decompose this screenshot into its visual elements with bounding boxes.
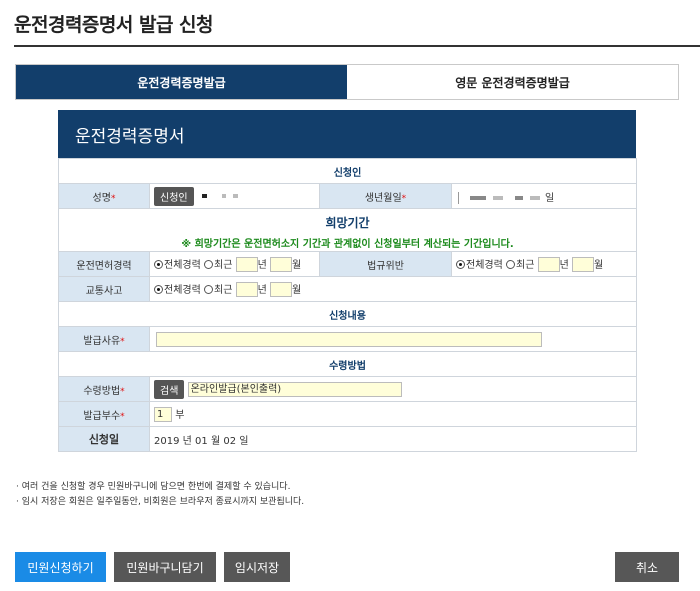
required-mark: *: [120, 336, 125, 347]
copies-cell: 1 부: [148, 401, 638, 427]
copies-label: 발급부수*: [58, 401, 150, 427]
add-to-cart-button[interactable]: 민원바구니담기: [114, 552, 216, 582]
period-section: 희망기간 ※ 희망기간은 운전면허소지 기간과 관계없이 신청일부터 계산되는 …: [57, 208, 638, 252]
temp-save-button[interactable]: 임시저장: [224, 552, 290, 582]
section-receipt: 수령방법: [57, 351, 638, 377]
section-period: 희망기간: [325, 215, 370, 230]
required-mark: *: [110, 193, 116, 204]
page-title: 운전경력증명서 발급 신청: [14, 14, 214, 36]
reason-cell: [148, 326, 638, 352]
radio-license-recent[interactable]: [204, 260, 213, 270]
required-mark: *: [120, 411, 125, 422]
violation-years-input[interactable]: [537, 257, 560, 273]
tab-bar: 운전경력증명발급 영문 운전경력증명발급: [15, 64, 679, 100]
masked-birth-month: [514, 195, 523, 200]
violation-options: 전체경력 최근 년 월: [450, 251, 638, 277]
tab-english-driving-record[interactable]: 영문 운전경력증명발급: [347, 65, 678, 99]
tab-driving-record[interactable]: 운전경력증명발급: [16, 65, 347, 99]
birth-day-unit: 일: [544, 192, 555, 204]
masked-birth-year: [493, 195, 504, 200]
masked-name-char: [201, 194, 207, 198]
receipt-method-input[interactable]: 온라인발급(본인출력): [187, 381, 402, 397]
required-mark: *: [401, 193, 407, 204]
birth-label: 생년월일*: [319, 183, 452, 209]
copies-unit: 부: [175, 409, 185, 421]
name-label: 성명*: [58, 183, 150, 209]
masked-name-char: [221, 194, 226, 198]
license-history-label: 운전면허경력: [58, 251, 150, 277]
radio-violation-recent[interactable]: [506, 260, 515, 270]
application-form: 운전경력증명서 신청인 성명* 신청인 생년월일* 일 희망기간 ※ 희망기간은…: [57, 110, 638, 452]
period-notice: ※ 희망기간은 운전면허소지 기간과 관계없이 신청일부터 계산되는 기간입니다…: [181, 238, 514, 250]
masked-name-char: [233, 194, 239, 198]
name-cell: 신청인: [149, 183, 320, 209]
notes: · 여러 건을 신청할 경우 민원바구니에 담으면 한번에 결제할 수 있습니다…: [16, 480, 304, 510]
receipt-method-label: 수령방법*: [58, 376, 150, 402]
radio-license-all[interactable]: [154, 260, 163, 270]
license-months-input[interactable]: [269, 257, 292, 273]
title-divider: [14, 45, 700, 47]
radio-accident-recent[interactable]: [204, 285, 213, 295]
search-button[interactable]: 검색: [154, 379, 185, 399]
reason-input[interactable]: [156, 331, 542, 347]
form-header: 운전경력증명서: [58, 110, 636, 158]
form-table: 신청인 성명* 신청인 생년월일* 일 희망기간 ※ 희망기간은 운전면허소지 …: [57, 158, 638, 452]
license-years-input[interactable]: [235, 257, 258, 273]
accident-options: 전체경력 최근 년 월: [148, 276, 638, 302]
masked-birth-month: [529, 195, 540, 200]
cancel-button[interactable]: 취소: [615, 552, 679, 582]
license-history-options: 전체경력 최근 년 월: [149, 251, 320, 277]
reason-label: 발급사유*: [58, 326, 150, 352]
application-date-label: 신청일: [58, 426, 150, 452]
accident-months-input[interactable]: [269, 282, 292, 298]
accident-years-input[interactable]: [235, 282, 258, 298]
application-date: 2019 년 01 월 02 일: [148, 426, 638, 452]
section-applicant: 신청인: [57, 158, 638, 184]
radio-violation-all[interactable]: [456, 260, 465, 270]
section-content: 신청내용: [57, 301, 638, 327]
submit-application-button[interactable]: 민원신청하기: [15, 552, 106, 582]
receipt-method-cell: 검색 온라인발급(본인출력): [148, 376, 638, 402]
violation-label: 법규위반: [319, 251, 452, 277]
masked-birth-year: [470, 195, 487, 200]
radio-accident-all[interactable]: [154, 285, 163, 295]
note-temp-save: · 임시 저장은 회원은 일주일동안, 비회원은 브라우저 종료시까지 보관됩니…: [16, 497, 305, 507]
copies-input[interactable]: 1: [154, 407, 172, 423]
applicant-button[interactable]: 신청인: [154, 186, 194, 206]
note-cart: · 여러 건을 신청할 경우 민원바구니에 담으면 한번에 결제할 수 있습니다…: [16, 482, 291, 492]
violation-months-input[interactable]: [571, 257, 594, 273]
birth-cell: 일: [450, 183, 638, 209]
required-mark: *: [120, 386, 125, 397]
accident-label: 교통사고: [58, 276, 150, 302]
